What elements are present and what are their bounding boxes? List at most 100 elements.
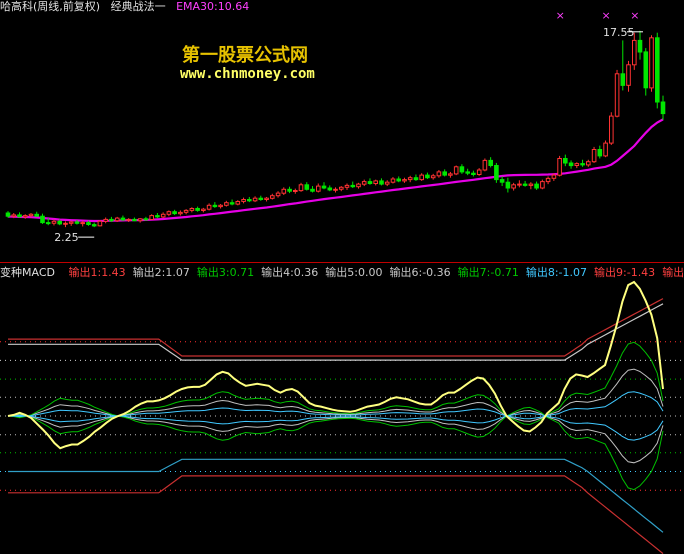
candle xyxy=(476,168,482,176)
candle xyxy=(390,177,396,184)
candle xyxy=(534,181,539,190)
candle-body-down xyxy=(143,218,149,221)
macd-output-label-3: 输出3:0.71 xyxy=(196,266,255,279)
macd-output-labels: 输出1:1.43 输出2:1.07 输出3:0.71 输出4:0.36 输出5:0.00… xyxy=(68,266,684,279)
candle-body-down xyxy=(620,73,626,86)
candle-body-up xyxy=(586,161,591,166)
candle xyxy=(51,219,57,226)
chart-stage: 2.25 17.55 × × × 哈高科(周线,前复权) 经典战法一 EMA30:10.… xyxy=(0,0,684,554)
ema-layer xyxy=(7,118,664,223)
candle xyxy=(586,159,591,167)
candle xyxy=(528,182,534,190)
candle xyxy=(172,209,177,215)
candle xyxy=(287,186,292,194)
candle xyxy=(563,154,568,167)
candle-body-down xyxy=(287,188,292,192)
candle-body-down xyxy=(465,171,470,174)
watermark-url: www.chnmoney.com xyxy=(180,66,315,82)
candle xyxy=(545,176,551,185)
candle-body-up xyxy=(114,217,120,222)
candle-body-down xyxy=(132,218,137,222)
candle xyxy=(218,204,223,209)
candle xyxy=(333,187,338,193)
candle xyxy=(201,207,206,213)
candle xyxy=(356,182,361,189)
candle-body-up xyxy=(275,192,281,197)
candle xyxy=(321,182,327,190)
macd-output-label-9: 输出9:-1.43 xyxy=(594,266,656,279)
candle xyxy=(63,221,68,228)
candle-body-down xyxy=(494,165,499,181)
macd-bands xyxy=(7,298,664,554)
candle xyxy=(396,176,401,183)
candle xyxy=(304,182,310,191)
candle-body-up xyxy=(51,220,57,224)
watermark-title: 第一股票公式网 xyxy=(182,45,308,66)
candle-body-up xyxy=(241,199,246,202)
macd-band-line xyxy=(8,475,664,554)
candle xyxy=(298,182,304,192)
candle-body-down xyxy=(660,101,666,115)
candle-body-up xyxy=(361,181,367,185)
candle-body-up xyxy=(430,175,436,179)
candle-body-down xyxy=(74,221,80,224)
candle-body-down xyxy=(57,220,63,225)
candle xyxy=(344,183,350,190)
candle-body-up xyxy=(23,215,28,218)
candle-body-down xyxy=(379,180,384,185)
candle xyxy=(603,140,608,158)
candle-body-up xyxy=(649,37,654,89)
candle-body-down xyxy=(643,51,649,89)
candle-body-up xyxy=(528,183,534,186)
candle-body-down xyxy=(396,178,401,182)
candle xyxy=(425,172,430,179)
stock-title: 哈高科(周线,前复权) xyxy=(0,0,101,13)
macd-band-line xyxy=(8,298,664,357)
macd-band-line xyxy=(8,303,664,361)
candle xyxy=(620,40,626,91)
candle-body-up xyxy=(551,174,557,179)
candle-body-up xyxy=(201,208,206,211)
macd-output-label-8: 输出8:-1.07 xyxy=(525,266,588,279)
candle-body-down xyxy=(40,215,45,224)
candle-body-down xyxy=(5,212,11,217)
macd-output-label-10: 输出10:1.48 xyxy=(662,266,684,279)
candle-body-up xyxy=(632,39,637,66)
candle-body-up xyxy=(384,181,390,185)
candle-body-up xyxy=(545,177,551,183)
candle xyxy=(97,220,103,227)
candle-body-up xyxy=(448,173,453,176)
candle-body-up xyxy=(97,220,103,227)
candle xyxy=(407,175,413,183)
macd-output-label-4: 输出4:0.36 xyxy=(261,266,319,279)
candle-body-up xyxy=(591,149,597,163)
ema30-line xyxy=(7,118,664,223)
candle-body-down xyxy=(172,211,177,215)
candle-body-up xyxy=(63,222,68,225)
candle xyxy=(453,165,459,176)
candle-body-up xyxy=(218,204,223,208)
candle-body-down xyxy=(488,159,493,166)
candle xyxy=(132,217,137,222)
candle-body-up xyxy=(476,169,482,175)
candle-body-up xyxy=(178,211,183,215)
candle-body-down xyxy=(580,163,585,166)
candle xyxy=(367,178,373,185)
candle xyxy=(494,162,499,183)
macd-panel-header: 变种MACD 输出1:1.43 输出2:1.07 输出3:0.71 输出4:0.36 输… xyxy=(0,266,684,280)
candle xyxy=(419,173,424,181)
candle xyxy=(40,213,45,224)
candle xyxy=(597,145,603,159)
candle xyxy=(241,197,246,204)
candle-body-down xyxy=(505,181,511,189)
candle xyxy=(189,207,195,213)
candle-body-down xyxy=(86,222,91,226)
candle-body-up xyxy=(160,213,166,218)
candle-body-down xyxy=(195,208,200,211)
candle-body-up xyxy=(281,188,287,194)
candle-body-down xyxy=(655,37,660,103)
candle xyxy=(580,159,585,167)
macd-output-label-1: 输出1:1.43 xyxy=(68,266,126,279)
candle-body-up xyxy=(356,183,361,188)
candle xyxy=(252,196,258,203)
